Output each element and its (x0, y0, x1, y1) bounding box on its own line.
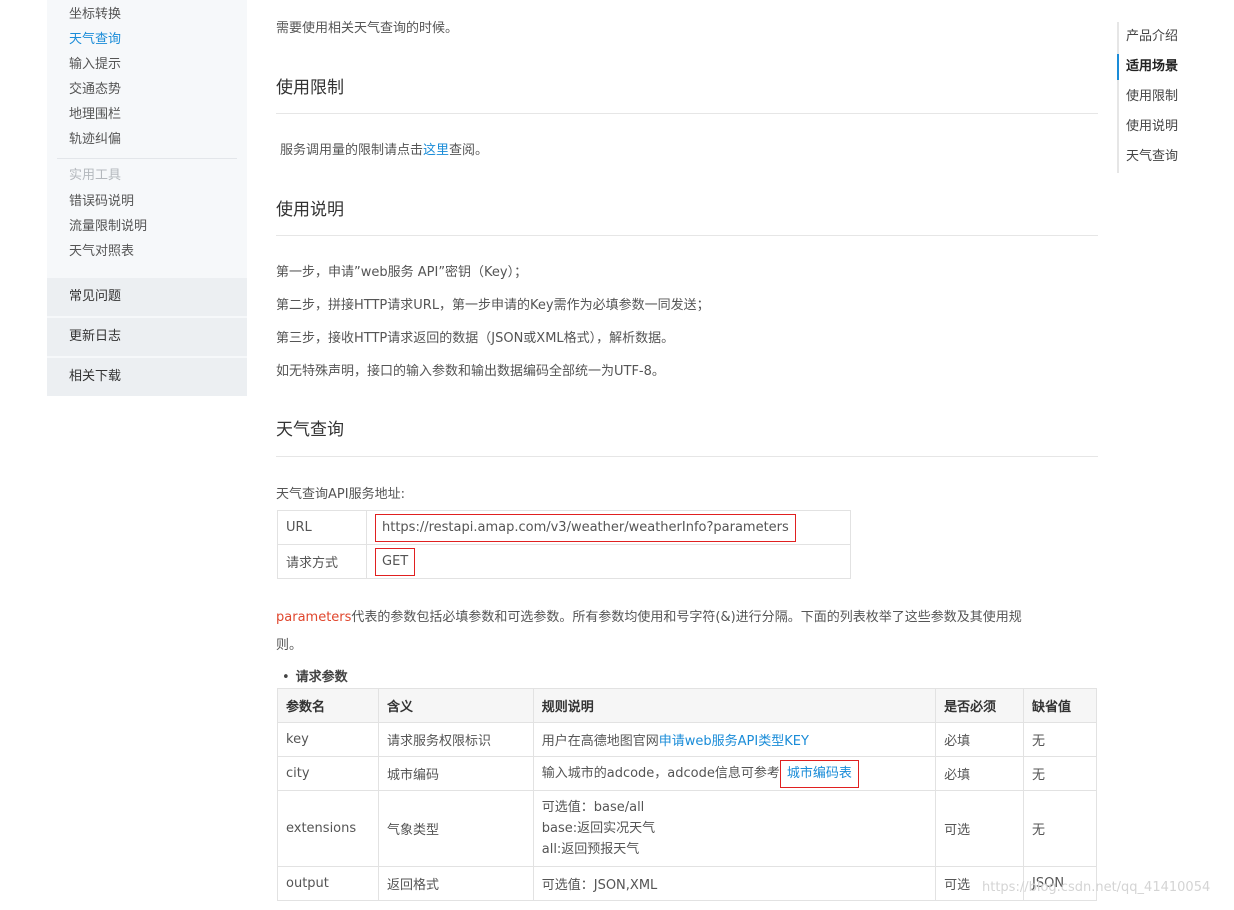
heading-weather: 天气查询 (276, 420, 344, 440)
table-header-row: 参数名 含义 规则说明 是否必须 缺省值 (277, 688, 1097, 723)
usage-encoding-note: 如无特殊声明，接口的输入参数和输出数据编码全部统一为UTF-8。 (276, 364, 665, 379)
param-name-cell: city (277, 756, 379, 791)
parameters-desc-line1: 代表的参数包括必填参数和可选参数。所有参数均使用和号字符(&)进行分隔。下面的列… (351, 610, 1022, 625)
rule-line: 可选值：base/all (541, 800, 645, 815)
sidebar-item-rate-limit[interactable]: 流量限制说明 (47, 214, 247, 239)
table-row: output 返回格式 可选值：JSON,XML 可选 JSON (277, 866, 1097, 901)
url-table: URL https://restapi.amap.com/v3/weather/… (277, 510, 851, 579)
url-value-cell: https://restapi.amap.com/v3/weather/weat… (366, 510, 851, 545)
table-row: key 请求服务权限标识 用户在高德地图官网申请web服务API类型KEY 必填… (277, 722, 1097, 757)
param-rule-cell: 输入城市的adcode，adcode信息可参考 城市编码表 (532, 756, 937, 791)
sidebar-section-changelog[interactable]: 更新日志 (47, 318, 247, 356)
url-key: URL (277, 510, 367, 545)
usage-step-2: 第二步，拼接HTTP请求URL，第一步申请的Key需作为必填参数一同发送； (276, 298, 710, 313)
limits-text-before: 服务调用量的限制请点击 (280, 143, 424, 158)
param-meaning-cell: 返回格式 (377, 866, 534, 901)
sidebar-sections: 常见问题 更新日志 相关下载 (47, 278, 247, 398)
heading-usage: 使用说明 (276, 200, 344, 220)
param-required-cell: 必填 (935, 756, 1025, 791)
city-code-table-link[interactable]: 城市编码表 (779, 759, 859, 788)
intro-text: 需要使用相关天气查询的时候。 (276, 21, 459, 36)
table-of-contents: 产品介绍 适用场景 使用限制 使用说明 天气查询 (1117, 22, 1227, 173)
param-default-cell: 无 (1023, 756, 1097, 791)
sidebar-section-downloads[interactable]: 相关下载 (47, 358, 247, 396)
method-row: 请求方式 GET (277, 544, 851, 579)
toc-item-limits[interactable]: 使用限制 (1119, 82, 1227, 112)
param-rule-cell: 可选值：base/all base:返回实况天气 all:返回预报天气 (532, 790, 937, 867)
url-row: URL https://restapi.amap.com/v3/weather/… (277, 510, 851, 545)
limits-text: 服务调用量的限制请点击这里查阅。 (280, 139, 488, 158)
sidebar-divider (57, 158, 237, 159)
method-value: GET (375, 547, 416, 576)
toc-item-use-cases[interactable]: 适用场景 (1117, 52, 1227, 82)
toc-item-weather-query[interactable]: 天气查询 (1119, 142, 1227, 172)
rule-text: 输入城市的adcode，adcode信息可参考 (541, 765, 780, 781)
param-rule-cell: 可选值：JSON,XML (532, 866, 937, 901)
toc-item-usage[interactable]: 使用说明 (1119, 112, 1227, 142)
rule-text: 用户在高德地图官网 (541, 734, 659, 749)
table-header-cell: 含义 (377, 688, 534, 723)
param-name-cell: output (277, 866, 379, 901)
divider-limits (276, 113, 1098, 114)
sidebar-section-faq[interactable]: 常见问题 (47, 278, 247, 316)
request-params-label: 请求参数 (295, 670, 348, 685)
sidebar-item-coordinate-convert[interactable]: 坐标转换 (47, 2, 247, 27)
usage-step-1: 第一步，申请”web服务 API”密钥（Key）； (276, 265, 528, 280)
rule-line: all:返回预报天气 (541, 842, 640, 857)
divider-weather (276, 456, 1098, 457)
apply-key-link[interactable]: 申请web服务API类型KEY (659, 734, 809, 749)
request-params-table: 参数名 含义 规则说明 是否必须 缺省值 key 请求服务权限标识 用户在高德地… (277, 688, 1097, 901)
param-required-cell: 可选 (935, 790, 1025, 867)
param-default-cell: 无 (1023, 790, 1097, 867)
param-meaning-cell: 请求服务权限标识 (377, 722, 534, 757)
sidebar-links: 坐标转换 天气查询 输入提示 交通态势 地理围栏 轨迹纠偏 (47, 0, 247, 152)
limits-here-link[interactable]: 这里 (423, 143, 449, 158)
sidebar-group-title-tools: 实用工具 (69, 168, 122, 183)
table-header-cell: 规则说明 (532, 688, 937, 723)
param-name-cell: extensions (277, 790, 379, 867)
request-params-title: • 请求参数 (282, 666, 348, 685)
url-value: https://restapi.amap.com/v3/weather/weat… (375, 513, 796, 542)
table-row: extensions 气象类型 可选值：base/all base:返回实况天气… (277, 790, 1097, 867)
watermark-text: https://blog.csdn.net/qq_41410054 (982, 880, 1211, 895)
sidebar-item-error-codes[interactable]: 错误码说明 (47, 189, 247, 214)
parameters-desc-line2: 则。 (276, 638, 303, 653)
sidebar-item-input-tips[interactable]: 输入提示 (47, 52, 247, 77)
rule-line: base:返回实况天气 (541, 821, 656, 836)
sidebar-item-weather-query[interactable]: 天气查询 (47, 27, 247, 52)
table-header-cell: 参数名 (277, 688, 379, 723)
param-rule-cell: 用户在高德地图官网申请web服务API类型KEY (532, 722, 937, 757)
heading-limits: 使用限制 (276, 78, 344, 98)
method-key: 请求方式 (277, 544, 367, 579)
method-value-cell: GET (366, 544, 851, 579)
param-required-cell: 必填 (935, 722, 1025, 757)
bullet-icon: • (282, 670, 290, 685)
sidebar-item-trajectory[interactable]: 轨迹纠偏 (47, 127, 247, 152)
table-header-cell: 是否必须 (935, 688, 1025, 723)
parameters-word: parameters (276, 610, 352, 625)
limits-text-after: 查阅。 (449, 143, 489, 158)
sidebar-item-geofence[interactable]: 地理围栏 (47, 102, 247, 127)
divider-usage (276, 235, 1098, 236)
param-name-cell: key (277, 722, 379, 757)
usage-step-3: 第三步，接收HTTP请求返回的数据（JSON或XML格式），解析数据。 (276, 331, 675, 346)
left-sidebar: 坐标转换 天气查询 输入提示 交通态势 地理围栏 轨迹纠偏 实用工具 错误码说明… (47, 0, 247, 396)
param-default-cell: 无 (1023, 722, 1097, 757)
sidebar-item-weather-table[interactable]: 天气对照表 (47, 239, 247, 264)
toc-item-product-intro[interactable]: 产品介绍 (1119, 22, 1227, 52)
param-meaning-cell: 气象类型 (377, 790, 534, 867)
parameters-description: parameters代表的参数包括必填参数和可选参数。所有参数均使用和号字符(&… (276, 604, 1076, 660)
sidebar-item-traffic[interactable]: 交通态势 (47, 77, 247, 102)
service-address-label: 天气查询API服务地址: (276, 487, 405, 502)
param-meaning-cell: 城市编码 (377, 756, 534, 791)
table-row: city 城市编码 输入城市的adcode，adcode信息可参考 城市编码表 必… (277, 756, 1097, 791)
table-header-cell: 缺省值 (1023, 688, 1097, 723)
